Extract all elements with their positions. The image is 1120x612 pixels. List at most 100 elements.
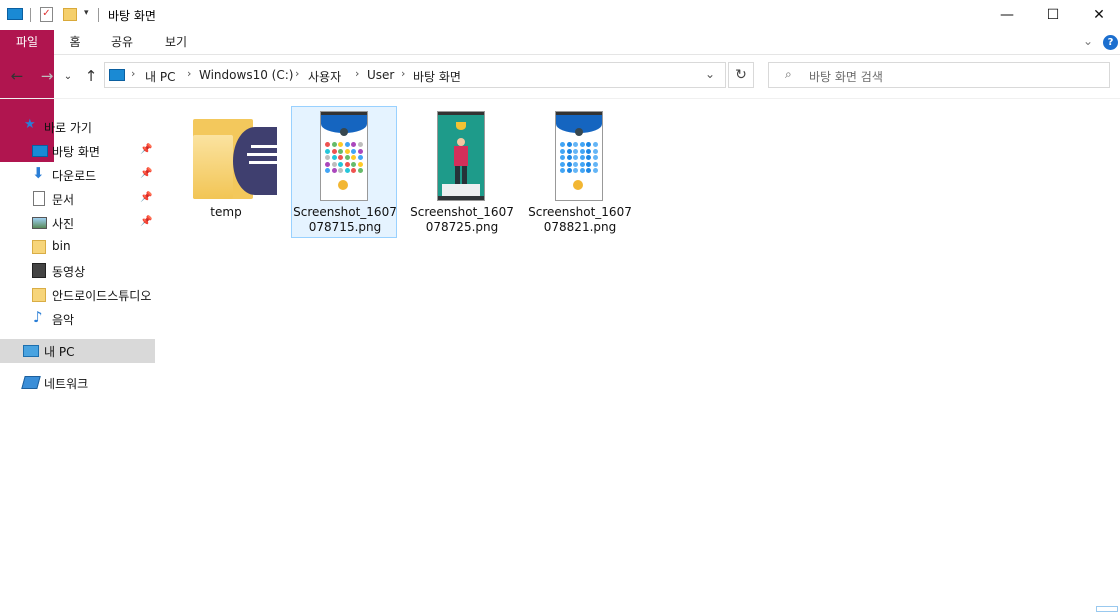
file-name: Screenshot_1607078821.png bbox=[528, 205, 632, 234]
refresh-button[interactable]: ↻ bbox=[728, 62, 754, 88]
nav-item-music[interactable]: ♪ 음악 bbox=[0, 307, 155, 331]
pin-icon[interactable]: 📌 bbox=[140, 168, 152, 179]
window-title: 바탕 화면 bbox=[108, 9, 156, 23]
nav-quick-access[interactable]: ★ 바로 가기 bbox=[0, 115, 155, 139]
thumbnail-dot bbox=[344, 161, 350, 167]
thumbnail-image bbox=[320, 111, 368, 201]
help-icon[interactable]: ? bbox=[1103, 35, 1118, 50]
thumbnail-dot bbox=[344, 155, 350, 160]
file-item-image[interactable]: Screenshot_1607078725.png bbox=[409, 107, 515, 239]
thumbnail-dot bbox=[338, 155, 343, 160]
back-button[interactable]: ← bbox=[6, 65, 28, 87]
thumbnail-dot bbox=[573, 142, 578, 147]
nav-item-videos[interactable]: 동영상 bbox=[0, 259, 155, 283]
thumbnail-dot bbox=[344, 148, 350, 154]
thumbnail-dot bbox=[560, 168, 565, 173]
address-bar[interactable]: › 내 PC › Windows10 (C:) › 사용자 › User › 바… bbox=[104, 62, 726, 88]
pin-icon[interactable]: 📌 bbox=[140, 216, 152, 227]
thumbnail-dot bbox=[560, 155, 565, 160]
breadcrumb-chevron[interactable]: › bbox=[401, 67, 405, 80]
close-button[interactable]: ✕ bbox=[1076, 0, 1120, 30]
address-dropdown-icon[interactable]: ⌄ bbox=[705, 67, 715, 81]
breadcrumb-chevron[interactable]: › bbox=[187, 67, 191, 80]
thumbnail-dot bbox=[592, 155, 598, 160]
nav-label: 바로 가기 bbox=[44, 121, 92, 135]
nav-item-documents[interactable]: 문서 📌 bbox=[0, 187, 155, 211]
nav-this-pc[interactable]: 내 PC bbox=[0, 339, 155, 363]
explorer-app-icon[interactable] bbox=[7, 8, 23, 20]
file-item-image[interactable]: Screenshot_1607078821.png bbox=[527, 107, 633, 239]
pin-icon[interactable]: 📌 bbox=[140, 144, 152, 155]
qat-dropdown-icon[interactable]: ▾ bbox=[84, 8, 89, 18]
thumbnail-dot bbox=[357, 168, 363, 173]
thumbnail-dot bbox=[592, 142, 598, 147]
navigation-pane: ★ 바로 가기 바탕 화면 📌 ⬇ 다운로드 📌 문서 📌 사진 📌 bin 동… bbox=[0, 99, 158, 612]
nav-item-android-studio[interactable]: 안드로이드스튜디오 bbox=[0, 283, 155, 307]
thumbnail-dot bbox=[586, 142, 591, 147]
up-button[interactable]: ↑ bbox=[80, 65, 102, 87]
thumbnail-image bbox=[555, 111, 603, 201]
thumbnail-dot bbox=[357, 148, 363, 154]
minimize-button[interactable]: — bbox=[984, 0, 1030, 30]
thumbnail-dot bbox=[573, 148, 578, 154]
recent-locations-icon[interactable]: ⌄ bbox=[61, 65, 75, 87]
expand-ribbon-icon[interactable]: ⌄ bbox=[1083, 34, 1093, 48]
pin-icon[interactable]: 📌 bbox=[140, 192, 152, 203]
breadcrumb-drive[interactable]: Windows10 (C:) bbox=[199, 68, 293, 82]
thumbnail-dot bbox=[573, 168, 578, 173]
tab-view[interactable]: 보기 bbox=[158, 30, 194, 54]
thumbnail-dot bbox=[357, 161, 363, 167]
search-input[interactable]: ⌕ 바탕 화면 검색 bbox=[768, 62, 1110, 88]
breadcrumb-chevron[interactable]: › bbox=[131, 67, 135, 80]
thumbnail-dot bbox=[592, 168, 598, 173]
nav-item-bin[interactable]: bin bbox=[0, 235, 155, 259]
tab-share[interactable]: 공유 bbox=[104, 30, 140, 54]
title-bar: ✓ ▾ 바탕 화면 — ☐ ✕ bbox=[0, 0, 1120, 30]
tab-home[interactable]: 홈 bbox=[60, 30, 90, 54]
thumbnail-dot bbox=[331, 142, 337, 147]
thumbnail-dot bbox=[351, 148, 356, 154]
thumbnail-dot bbox=[357, 142, 363, 147]
thumbnail-dot bbox=[592, 161, 598, 167]
thumbnail-dot bbox=[586, 155, 591, 160]
nav-label: 다운로드 bbox=[52, 169, 97, 183]
thumbnail-dot bbox=[344, 142, 350, 147]
breadcrumb-desktop[interactable]: 바탕 화면 bbox=[413, 68, 461, 85]
new-folder-icon[interactable] bbox=[63, 8, 77, 21]
thumbnail-dot bbox=[325, 142, 330, 147]
breadcrumb-users[interactable]: 사용자 bbox=[308, 68, 341, 85]
nav-label: 사진 bbox=[52, 217, 75, 231]
this-pc-icon bbox=[23, 345, 39, 357]
thumbnail-dot bbox=[566, 155, 572, 160]
thumbnail-dot bbox=[586, 148, 591, 154]
thumbnail-dot bbox=[357, 155, 363, 160]
properties-icon[interactable]: ✓ bbox=[40, 7, 53, 22]
nav-item-desktop[interactable]: 바탕 화면 📌 bbox=[0, 139, 155, 163]
thumbnail-dot bbox=[579, 142, 585, 147]
thumbnail-dot bbox=[566, 168, 572, 173]
status-view-toggle[interactable] bbox=[1096, 606, 1118, 612]
forward-button[interactable]: → bbox=[36, 65, 58, 87]
maximize-button[interactable]: ☐ bbox=[1030, 0, 1076, 30]
thumbnail-dot bbox=[331, 161, 337, 167]
nav-item-downloads[interactable]: ⬇ 다운로드 📌 bbox=[0, 163, 155, 187]
breadcrumb-chevron[interactable]: › bbox=[355, 67, 359, 80]
picture-icon bbox=[32, 217, 47, 229]
ribbon-tabs: 파일 홈 공유 보기 ⌄ ? bbox=[0, 30, 1120, 162]
thumbnail-dot bbox=[325, 155, 330, 160]
thumbnail-dot bbox=[560, 161, 565, 167]
file-item-image[interactable]: Screenshot_1607078715.png bbox=[291, 106, 397, 238]
file-name: Screenshot_1607078725.png bbox=[410, 205, 514, 234]
thumbnail-dot bbox=[579, 148, 585, 154]
breadcrumb-user[interactable]: User bbox=[367, 68, 394, 82]
breadcrumb-this-pc[interactable]: 내 PC bbox=[145, 68, 175, 85]
breadcrumb-chevron[interactable]: › bbox=[295, 67, 299, 80]
file-item-folder[interactable]: temp bbox=[173, 107, 279, 239]
thumbnail-dot bbox=[560, 142, 565, 147]
thumbnail-dot bbox=[586, 161, 591, 167]
nav-label: 내 PC bbox=[44, 345, 75, 359]
nav-network[interactable]: 네트워크 bbox=[0, 371, 155, 395]
folder-icon bbox=[32, 240, 46, 254]
nav-item-pictures[interactable]: 사진 📌 bbox=[0, 211, 155, 235]
thumbnail-dot bbox=[573, 155, 578, 160]
